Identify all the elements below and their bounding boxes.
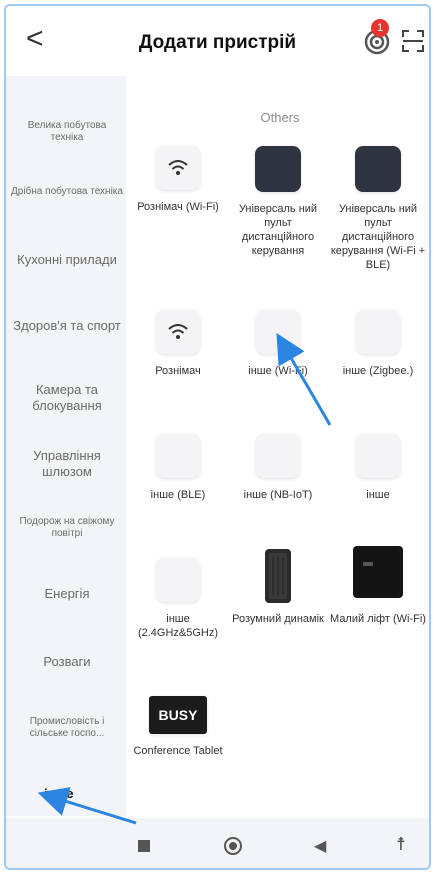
device-other-ble[interactable]: інше (BLE): [128, 434, 228, 502]
device-small-elevator[interactable]: Малий ліфт (Wi-Fi): [328, 546, 428, 626]
device-smart-speaker[interactable]: Розумний динамік: [228, 546, 328, 626]
device-label: Універсаль ний пульт дистанційного керув…: [330, 203, 426, 271]
device-other-dual-band[interactable]: інше (2.4GHz&5GHz): [128, 558, 228, 640]
device-other-wifi[interactable]: інше (Wi-Fi): [228, 310, 328, 378]
device-label: інше (Wi-Fi): [248, 365, 308, 377]
device-label: Універсаль ний пульт дистанційного керув…: [238, 203, 318, 257]
elevator-icon: [353, 546, 403, 598]
device-universal-remote[interactable]: Універсаль ний пульт дистанційного керув…: [228, 146, 328, 258]
generic-device-icon: [156, 558, 200, 602]
device-label: інше: [366, 489, 390, 501]
sidebar-item-kitchen[interactable]: Кухонні прилади: [10, 252, 124, 268]
circle-icon[interactable]: [224, 837, 242, 855]
device-label: Малий ліфт (Wi-Fi): [330, 613, 426, 625]
device-other-zigbee[interactable]: інше (Zigbee.): [328, 310, 428, 378]
device-splitter[interactable]: Рознімач: [128, 310, 228, 378]
sidebar-item-outdoor[interactable]: Подорож на свіжому повітрі: [10, 516, 124, 540]
sidebar-item-industry[interactable]: Промисловість і сільське госпо...: [10, 716, 124, 740]
sidebar-item-camera[interactable]: Камера та блокування: [10, 382, 124, 413]
notification-badge: 1: [371, 19, 389, 37]
app-frame: < Додати пристрій 1 Велика побутова техн…: [4, 4, 431, 870]
device-label: Розумний динамік: [232, 613, 324, 625]
speaker-icon: [258, 546, 298, 606]
generic-device-icon: [256, 310, 300, 354]
generic-device-icon: [256, 434, 300, 478]
device-label: Conference Tablet: [133, 745, 223, 757]
device-other[interactable]: інше: [328, 434, 428, 502]
square-icon[interactable]: [138, 840, 150, 852]
accessibility-icon[interactable]: ☨: [396, 834, 406, 855]
device-label: Рознімач: [155, 365, 201, 377]
device-label: інше (2.4GHz&5GHz): [137, 613, 219, 639]
device-splitter-wifi[interactable]: Рознімач (Wi-Fi): [128, 146, 228, 214]
sidebar-item-gateway[interactable]: Управління шлюзом: [10, 448, 124, 479]
device-other-nb-iot[interactable]: інше (NB-IoT): [228, 434, 328, 502]
busy-sign-icon: BUSY: [149, 696, 207, 734]
scan-icon[interactable]: [402, 30, 424, 52]
device-label: Рознімач (Wi-Fi): [137, 201, 219, 213]
sidebar-item-entertainment[interactable]: Розваги: [10, 654, 124, 670]
device-conference-tablet[interactable]: BUSY Conference Tablet: [128, 696, 228, 758]
generic-device-icon: [156, 434, 200, 478]
device-label: інше (NB-IoT): [243, 489, 313, 501]
category-sidebar: Велика побутова техніка Дрібна побутова …: [6, 76, 126, 816]
device-label: інше (BLE): [150, 489, 206, 501]
triangle-back-icon[interactable]: ◀: [314, 836, 326, 856]
sidebar-item-health[interactable]: Здоров'я та спорт: [10, 318, 124, 334]
sidebar-item-small-appliances[interactable]: Дрібна побутова техніка: [10, 186, 124, 198]
header: < Додати пристрій 1: [6, 6, 429, 76]
device-universal-remote-wifi-ble[interactable]: Універсаль ний пульт дистанційного керув…: [328, 146, 428, 272]
sidebar-item-large-appliances[interactable]: Велика побутова техніка: [10, 120, 124, 144]
wifi-icon: [156, 146, 200, 190]
sidebar-item-other[interactable]: інше: [44, 786, 158, 802]
generic-device-icon: [356, 434, 400, 478]
wifi-icon: [156, 310, 200, 354]
generic-device-icon: [356, 310, 400, 354]
system-nav-bar: ◀ ☨: [6, 818, 429, 868]
section-title: Others: [260, 110, 300, 125]
device-label: інше (Zigbee.): [342, 365, 414, 377]
remote-hub-icon: [255, 146, 301, 192]
sidebar-item-energy[interactable]: Енергія: [10, 586, 124, 602]
remote-hub-icon: [355, 146, 401, 192]
